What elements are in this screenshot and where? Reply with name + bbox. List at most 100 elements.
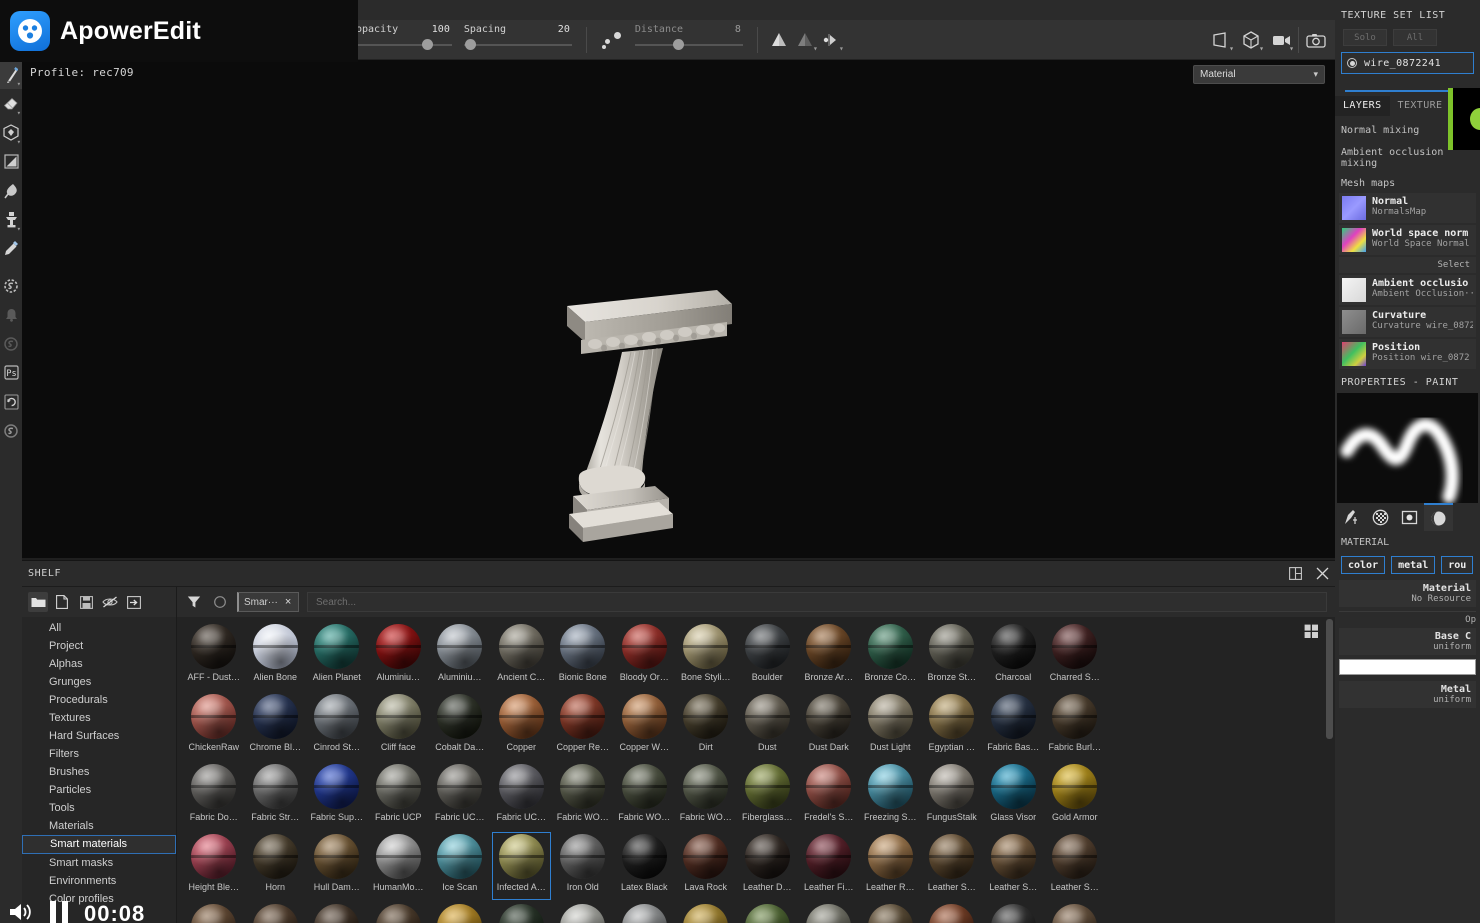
shelf-category-smart-masks[interactable]: Smart masks bbox=[22, 854, 176, 872]
shelf-category-filters[interactable]: Filters bbox=[22, 745, 176, 763]
material-cell[interactable]: Egyptian … bbox=[921, 691, 983, 761]
metallic-block[interactable]: Metal uniform bbox=[1339, 681, 1476, 708]
viewport-3d[interactable]: Profile: rec709 Material ▾ bbox=[22, 60, 1335, 558]
param-distance-slider[interactable] bbox=[634, 38, 743, 51]
material-picker-tool[interactable] bbox=[0, 234, 22, 263]
material-cell[interactable]: Horn bbox=[245, 831, 307, 901]
material-cell[interactable]: Copper W… bbox=[614, 691, 676, 761]
bake-alert-badge[interactable] bbox=[0, 300, 22, 329]
material-cell[interactable]: Leatherette bbox=[306, 901, 368, 923]
eye-off-icon[interactable] bbox=[100, 592, 120, 612]
material-cell[interactable]: Fabric Do… bbox=[183, 761, 245, 831]
paint-brush-tool[interactable]: ▾ bbox=[0, 60, 22, 89]
material-sphere-icon[interactable] bbox=[1424, 503, 1453, 531]
material-cell[interactable]: Fabric UCP bbox=[368, 761, 430, 831]
material-cell[interactable]: Leatherett… bbox=[368, 901, 430, 923]
material-cell[interactable]: Dirt bbox=[675, 691, 737, 761]
shelf-category-alphas[interactable]: Alphas bbox=[22, 655, 176, 673]
shelf-category-procedurals[interactable]: Procedurals bbox=[22, 691, 176, 709]
material-cell[interactable]: Freezing S… bbox=[860, 761, 922, 831]
polygon-fill-tool[interactable] bbox=[0, 147, 22, 176]
close-icon[interactable]: × bbox=[285, 596, 291, 608]
chevron-down-icon[interactable]: ▾ bbox=[17, 80, 21, 88]
material-cell[interactable]: Fabric Str… bbox=[245, 761, 307, 831]
material-cell[interactable]: Cobalt Da… bbox=[429, 691, 491, 761]
material-cell[interactable]: Charred S… bbox=[1044, 621, 1106, 691]
param-spacing-slider[interactable] bbox=[463, 38, 572, 51]
active-filter-chip[interactable]: Smar··· × bbox=[237, 592, 299, 612]
shelf-category-particles[interactable]: Particles bbox=[22, 781, 176, 799]
material-cell[interactable] bbox=[1044, 901, 1106, 923]
shelf-category-grunges[interactable]: Grunges bbox=[22, 673, 176, 691]
circle-refresh-icon[interactable] bbox=[211, 593, 229, 611]
material-cell[interactable]: Chrome Bl… bbox=[245, 691, 307, 761]
shelf-category-all[interactable]: All bbox=[22, 619, 176, 637]
material-cell[interactable]: Alien Planet bbox=[306, 621, 368, 691]
substance-engine-badge[interactable] bbox=[0, 271, 22, 300]
settings-badge[interactable] bbox=[0, 416, 22, 445]
shading-mode-select[interactable]: Material ▾ bbox=[1193, 65, 1325, 84]
mirror-icon[interactable] bbox=[766, 25, 792, 55]
photoshop-link-badge[interactable]: Ps bbox=[0, 358, 22, 387]
material-cell[interactable]: Copper Re… bbox=[552, 691, 614, 761]
mesh-map-item[interactable]: Normal NormalsMap bbox=[1339, 193, 1476, 223]
material-cell[interactable]: Marble Po… bbox=[614, 901, 676, 923]
material-cell[interactable]: Mud and … bbox=[860, 901, 922, 923]
shelf-category-project[interactable]: Project bbox=[22, 637, 176, 655]
material-cell[interactable]: Dust bbox=[737, 691, 799, 761]
shelf-category-hard-surfaces[interactable]: Hard Surfaces bbox=[22, 727, 176, 745]
tab-layers[interactable]: LAYERS bbox=[1335, 96, 1390, 116]
refresh-badge[interactable] bbox=[0, 387, 22, 416]
material-cell[interactable]: Glass Visor bbox=[983, 761, 1045, 831]
param-spacing[interactable]: Spacing 20 bbox=[458, 22, 578, 58]
material-cell[interactable]: Bronze St… bbox=[921, 621, 983, 691]
material-cell[interactable]: Dust Light bbox=[860, 691, 922, 761]
material-resource-block[interactable]: Material No Resource bbox=[1339, 580, 1476, 607]
clone-stamp-tool[interactable]: ▾ bbox=[0, 205, 22, 234]
material-cell[interactable]: Moss jungle bbox=[737, 901, 799, 923]
mesh-map-item[interactable]: Curvature Curvature wire_0872 bbox=[1339, 307, 1476, 337]
base-color-block[interactable]: Base C uniform bbox=[1339, 628, 1476, 655]
material-cell[interactable]: Fiberglass… bbox=[737, 761, 799, 831]
chevron-down-icon[interactable]: ▾ bbox=[17, 225, 21, 233]
material-cell[interactable]: Infected A… bbox=[491, 831, 553, 901]
slider-knob[interactable] bbox=[465, 38, 477, 50]
material-cell[interactable]: Alien Bone bbox=[245, 621, 307, 691]
shelf-category-tools[interactable]: Tools bbox=[22, 799, 176, 817]
slider-knob[interactable] bbox=[422, 38, 433, 50]
base-color-swatch[interactable] bbox=[1339, 659, 1476, 675]
material-cell[interactable]: Bionic Bone bbox=[552, 621, 614, 691]
material-cell[interactable]: Leather R… bbox=[860, 831, 922, 901]
material-cell[interactable]: ChickenRaw bbox=[183, 691, 245, 761]
material-cell[interactable]: Iron Old bbox=[552, 831, 614, 901]
material-grid-wrapper[interactable]: AFF - Dust… Alien Bone Alien Planet Alumini… bbox=[177, 617, 1335, 923]
filter-funnel-icon[interactable] bbox=[185, 593, 203, 611]
shelf-category-brushes[interactable]: Brushes bbox=[22, 763, 176, 781]
shelf-search-input[interactable]: Search... bbox=[307, 592, 1327, 612]
material-cell[interactable]: Lava Rock bbox=[675, 831, 737, 901]
new-file-icon[interactable] bbox=[52, 592, 72, 612]
stencil-square-icon[interactable] bbox=[1395, 503, 1424, 531]
import-arrow-icon[interactable] bbox=[124, 592, 144, 612]
material-cell[interactable]: Marble Fi… bbox=[552, 901, 614, 923]
material-cell[interactable]: AFF - Dust… bbox=[183, 621, 245, 691]
shelf-category-environments[interactable]: Environments bbox=[22, 872, 176, 890]
solo-button[interactable]: Solo bbox=[1343, 29, 1387, 46]
mesh-map-item[interactable]: World space norm World Space Normal bbox=[1339, 225, 1476, 255]
material-cell[interactable]: Leather D… bbox=[737, 831, 799, 901]
material-cell[interactable] bbox=[921, 901, 983, 923]
material-cell[interactable]: Cinrod St… bbox=[306, 691, 368, 761]
all-button[interactable]: All bbox=[1393, 29, 1437, 46]
pause-icon[interactable] bbox=[50, 901, 68, 923]
cube-3d-view-icon[interactable]: ▾ bbox=[1236, 25, 1266, 55]
mirror-plane-icon[interactable]: ▾ bbox=[792, 25, 818, 55]
close-icon[interactable] bbox=[1316, 565, 1329, 584]
param-distance[interactable]: Distance 8 bbox=[629, 22, 749, 58]
channel-chip-rough[interactable]: rou bbox=[1441, 556, 1474, 574]
material-cell[interactable]: Fabric Sup… bbox=[306, 761, 368, 831]
material-cell[interactable]: Dust Dark bbox=[798, 691, 860, 761]
video-render-icon[interactable]: ▾ bbox=[1266, 25, 1296, 55]
checker-sphere-icon[interactable] bbox=[1366, 503, 1395, 531]
texture-set-row[interactable]: wire_0872241 bbox=[1341, 52, 1474, 74]
folder-icon[interactable] bbox=[28, 592, 48, 612]
